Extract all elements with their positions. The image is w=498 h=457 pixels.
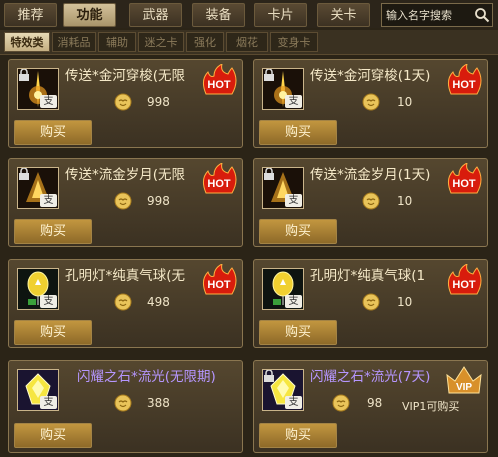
shop-item-card: 支 闪耀之石*流光(7天) 98 VIP1可购买 购买 VIP — [253, 360, 488, 453]
subtab-transform-card[interactable]: 变身卡 — [270, 32, 318, 52]
buy-button[interactable]: 购买 — [14, 219, 92, 244]
hot-label: HOT — [207, 178, 231, 190]
subtab-effects[interactable]: 特效类 — [4, 32, 50, 52]
coin-icon — [114, 192, 132, 210]
tab-equipment[interactable]: 装备 — [192, 3, 245, 27]
tab-cards[interactable]: 卡片 — [254, 3, 307, 27]
pay-tag: 支 — [40, 194, 57, 207]
pay-tag: 支 — [40, 95, 57, 108]
coin-icon — [362, 293, 380, 311]
item-name: 孔明灯*纯真气球(无 — [65, 268, 186, 284]
item-name: 传送*流金岁月(无限 — [65, 167, 186, 183]
hot-label: HOT — [207, 279, 231, 291]
coin-icon — [362, 93, 380, 111]
pay-tag: 支 — [285, 396, 302, 409]
hot-label: HOT — [207, 79, 231, 91]
search-icon[interactable] — [474, 7, 490, 23]
subtab-mystery-card[interactable]: 迷之卡 — [138, 32, 184, 52]
buy-button[interactable]: 购买 — [259, 320, 337, 345]
item-name: 孔明灯*纯真气球(1 — [310, 268, 426, 284]
item-name: 传送*金河穿梭(无限 — [65, 68, 186, 84]
hot-badge-icon: HOT — [447, 163, 482, 194]
pay-tag: 支 — [40, 295, 57, 308]
hot-label: HOT — [452, 79, 476, 91]
item-price: 998 — [147, 95, 170, 109]
item-thumbnail: 支 — [262, 167, 304, 209]
shop-item-card: 支 传送*流金岁月(1天) 10 购买 HOT — [253, 158, 488, 247]
pay-tag: 支 — [285, 95, 302, 108]
item-price: 998 — [147, 194, 170, 208]
item-name: 传送*流金岁月(1天) — [310, 167, 431, 183]
pay-tag: 支 — [40, 396, 57, 409]
subtab-consumables[interactable]: 消耗品 — [52, 32, 96, 52]
lock-icon — [19, 69, 29, 81]
top-tab-bar: 推荐 功能 武器 装备 卡片 关卡 — [0, 0, 498, 28]
coin-icon — [332, 394, 350, 412]
subtab-enhance[interactable]: 强化 — [186, 32, 224, 52]
item-price: 10 — [397, 295, 413, 309]
search-input[interactable] — [382, 4, 472, 26]
vip-badge-icon: VIP — [446, 366, 482, 394]
buy-button[interactable]: 购买 — [14, 120, 92, 145]
search-box — [381, 3, 493, 27]
item-price: 388 — [147, 396, 170, 410]
item-price: 10 — [397, 194, 413, 208]
item-thumbnail: 支 — [262, 369, 304, 411]
item-price: 10 — [397, 95, 413, 109]
vip-label: VIP — [456, 382, 472, 393]
lock-icon — [264, 69, 274, 81]
hot-label: HOT — [452, 279, 476, 291]
coin-icon — [362, 192, 380, 210]
item-price: 98 — [367, 396, 383, 410]
tab-weapon[interactable]: 武器 — [129, 3, 182, 27]
item-name: 传送*金河穿梭(1天) — [310, 68, 431, 84]
shop-item-card: 支 孔明灯*纯真气球(无 498 购买 HOT — [8, 259, 243, 348]
coin-icon — [114, 394, 132, 412]
item-price: 498 — [147, 295, 170, 309]
hot-label: HOT — [452, 178, 476, 190]
coin-icon — [114, 293, 132, 311]
item-thumbnail: 支 — [17, 369, 59, 411]
buy-button[interactable]: 购买 — [14, 423, 92, 448]
coin-icon — [114, 93, 132, 111]
sub-tab-bar: 特效类 消耗品 辅助 迷之卡 强化 烟花 变身卡 — [0, 30, 498, 55]
hot-badge-icon: HOT — [447, 264, 482, 295]
subtab-fireworks[interactable]: 烟花 — [226, 32, 268, 52]
lock-icon — [19, 168, 29, 180]
item-name: 闪耀之石*流光(7天) — [310, 369, 431, 385]
item-thumbnail: 支 — [17, 167, 59, 209]
hot-badge-icon: HOT — [202, 163, 237, 194]
buy-button[interactable]: 购买 — [259, 120, 337, 145]
pay-tag: 支 — [285, 295, 302, 308]
tab-recommend[interactable]: 推荐 — [4, 3, 57, 27]
shop-item-card: 支 孔明灯*纯真气球(1 10 购买 HOT — [253, 259, 488, 348]
shop-item-card: 支 闪耀之石*流光(无限期) 388 购买 — [8, 360, 243, 453]
tab-function[interactable]: 功能 — [63, 3, 116, 27]
shop-item-card: 支 传送*金河穿梭(1天) 10 购买 HOT — [253, 59, 488, 148]
item-name: 闪耀之石*流光(无限期) — [77, 369, 216, 385]
shop-item-card: 支 传送*金河穿梭(无限 998 购买 HOT — [8, 59, 243, 148]
buy-button[interactable]: 购买 — [259, 219, 337, 244]
buy-button[interactable]: 购买 — [259, 423, 337, 448]
subtab-auxiliary[interactable]: 辅助 — [98, 32, 136, 52]
buy-button[interactable]: 购买 — [14, 320, 92, 345]
hot-badge-icon: HOT — [202, 264, 237, 295]
lock-icon — [264, 370, 274, 382]
item-thumbnail: 支 — [17, 68, 59, 110]
lock-icon — [264, 168, 274, 180]
vip-requirement: VIP1可购买 — [402, 400, 460, 413]
item-thumbnail: 支 — [262, 68, 304, 110]
pay-tag: 支 — [285, 194, 302, 207]
item-thumbnail: 支 — [262, 268, 304, 310]
hot-badge-icon: HOT — [447, 64, 482, 95]
tab-stages[interactable]: 关卡 — [317, 3, 370, 27]
item-thumbnail: 支 — [17, 268, 59, 310]
hot-badge-icon: HOT — [202, 64, 237, 95]
shop-item-card: 支 传送*流金岁月(无限 998 购买 HOT — [8, 158, 243, 247]
